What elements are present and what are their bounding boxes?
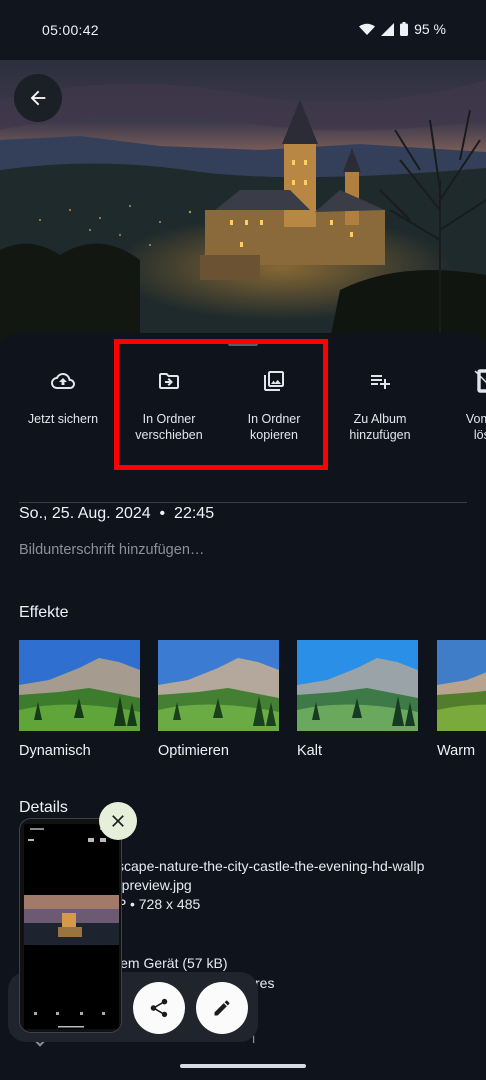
effect-dynamic[interactable]: Dynamisch xyxy=(19,640,140,759)
delete-from-device-label: Vom G lösc xyxy=(465,412,486,442)
status-time: 05:00:42 xyxy=(42,22,99,38)
status-bar: 05:00:42 95 % xyxy=(0,0,486,60)
copy-to-folder-button[interactable]: In Ordner kopieren xyxy=(219,365,329,475)
share-icon xyxy=(150,998,168,1018)
add-to-album-label: Zu Album hinzufügen xyxy=(349,412,411,442)
device-delete-icon xyxy=(474,369,486,393)
divider xyxy=(19,502,467,503)
storage-info: lem Gerät (57 kB) xyxy=(117,955,228,971)
effect-label: Kalt xyxy=(297,743,322,759)
edit-button[interactable] xyxy=(196,982,248,1034)
playlist-add-icon xyxy=(371,375,390,389)
effects-row: Dynamisch Optimieren Kalt Warm xyxy=(19,640,486,770)
castle-night-photo xyxy=(0,60,486,340)
close-icon xyxy=(112,815,124,827)
file-name-line2: -preview.jpg xyxy=(117,877,192,893)
copy-to-folder-label: In Ordner kopieren xyxy=(247,412,301,442)
effect-label: Optimieren xyxy=(158,743,229,759)
details-title: Details xyxy=(19,799,68,816)
folder-move-icon xyxy=(159,373,179,389)
caption-input[interactable]: Bildunterschrift hinzufügen… xyxy=(19,542,204,558)
status-icons: 95 % xyxy=(359,21,446,37)
backup-now-label: Jetzt sichern xyxy=(27,412,99,426)
effects-title: Effekte xyxy=(19,604,69,621)
file-meta: P • 728 x 485 xyxy=(117,896,201,912)
effect-label: Dynamisch xyxy=(19,743,91,759)
move-to-folder-label: In Ordner verschieben xyxy=(135,412,203,442)
effect-label: Warm xyxy=(437,743,476,759)
action-row: Jetzt sichern In Ordner verschieben In O… xyxy=(0,365,486,503)
battery-icon xyxy=(400,22,409,36)
home-indicator[interactable] xyxy=(180,1064,306,1068)
backup-now-button[interactable]: Jetzt sichern xyxy=(8,365,118,475)
add-to-album-button[interactable]: Zu Album hinzufügen xyxy=(325,365,435,475)
effect-thumbnail xyxy=(158,640,279,731)
effect-thumbnail xyxy=(19,640,140,731)
cloud-upload-icon xyxy=(51,373,75,389)
screenshot-thumbnail xyxy=(20,819,121,1032)
effect-thumbnail xyxy=(297,640,418,731)
move-to-folder-button[interactable]: In Ordner verschieben xyxy=(114,365,224,475)
screenshot-preview[interactable] xyxy=(19,818,122,1033)
file-name: scape-nature-the-city-castle-the-evening… xyxy=(117,858,425,874)
photo-date[interactable]: So., 25. Aug. 2024 • 22:45 xyxy=(19,505,214,523)
back-button[interactable] xyxy=(14,74,62,122)
effect-thumbnail xyxy=(437,640,486,731)
arrow-back-icon xyxy=(30,90,46,106)
effect-warm[interactable]: Warm xyxy=(437,640,486,759)
share-button[interactable] xyxy=(133,982,185,1034)
effect-cool[interactable]: Kalt xyxy=(297,640,418,759)
battery-percent: 95 % xyxy=(414,21,446,37)
pencil-icon xyxy=(214,1000,230,1016)
delete-from-device-button[interactable]: Vom G lösc xyxy=(430,365,486,475)
wifi-icon xyxy=(359,23,376,35)
dismiss-preview-button[interactable] xyxy=(99,802,137,840)
photo-preview[interactable] xyxy=(0,60,486,340)
drag-handle[interactable] xyxy=(228,342,258,346)
effect-optimize[interactable]: Optimieren xyxy=(158,640,279,759)
copy-to-folder-icon xyxy=(264,371,284,391)
signal-icon xyxy=(381,22,395,36)
